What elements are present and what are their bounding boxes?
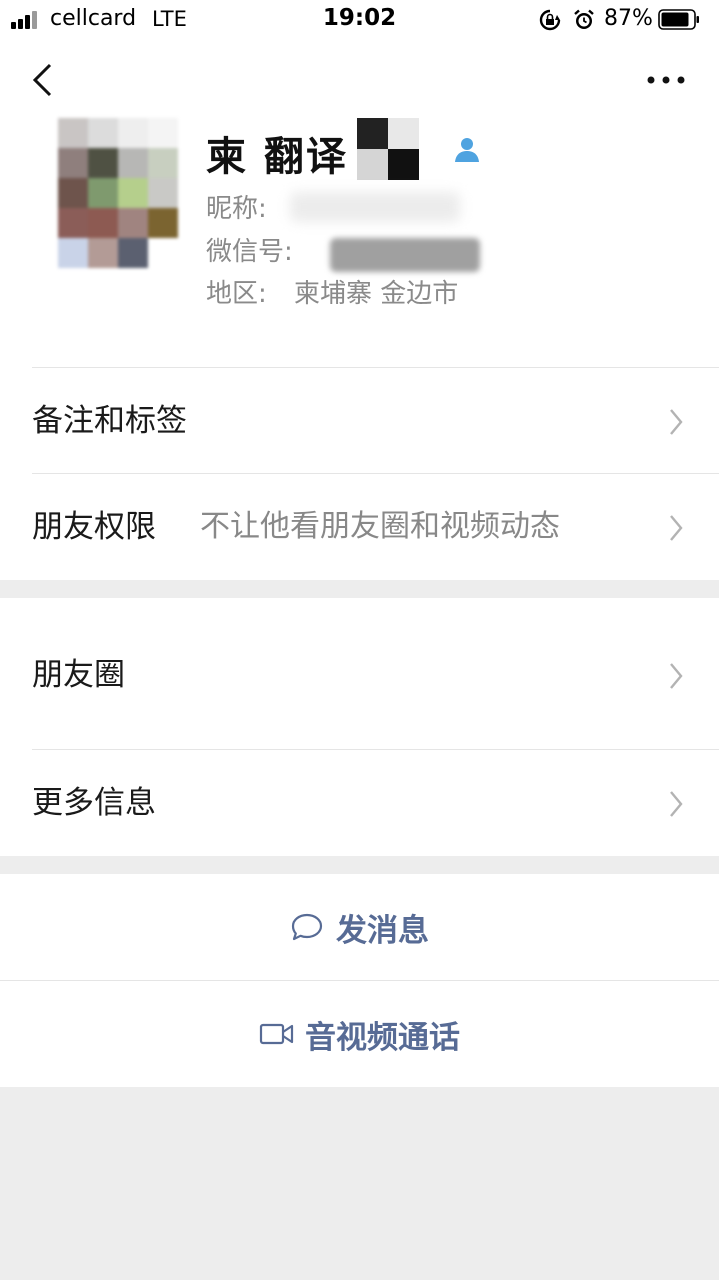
moments-row[interactable]: 朋友圈 — [0, 622, 719, 728]
nickname-label: 昵称: — [206, 194, 267, 224]
send-message-label: 发消息 — [336, 912, 429, 949]
video-camera-icon — [259, 1023, 294, 1045]
wechat-id-redaction — [330, 238, 480, 272]
voice-video-call-button[interactable]: 音视频通话 — [0, 981, 719, 1087]
more-icon[interactable] — [644, 72, 688, 88]
more-info-row[interactable]: 更多信息 — [0, 750, 719, 856]
chevron-right-icon — [670, 791, 683, 817]
chevron-right-icon — [670, 409, 683, 435]
alarm-icon — [574, 9, 594, 29]
friend-permissions-row[interactable]: 朋友权限 不让他看朋友圈和视频动态 — [0, 474, 719, 580]
name-redaction — [357, 118, 419, 180]
status-bar: cellcard LTE 19:02 87% — [0, 0, 719, 40]
profile-panel: cellcard LTE 19:02 87% 柬 翻译 昵称: 微信号: 地区:… — [0, 0, 719, 580]
moments-label: 朋友圈 — [32, 657, 125, 693]
friend-permissions-value: 不让他看朋友圈和视频动态 — [200, 509, 560, 544]
chat-bubble-icon — [291, 913, 323, 941]
battery-percent: 87% — [604, 6, 653, 31]
send-message-button[interactable]: 发消息 — [0, 874, 719, 980]
back-icon[interactable] — [30, 62, 54, 98]
actions-panel: 发消息 音视频通话 — [0, 874, 719, 1087]
contact-name: 柬 翻译 — [206, 134, 348, 180]
moments-panel: 朋友圈 更多信息 — [0, 598, 719, 856]
remarks-tags-label: 备注和标签 — [32, 403, 187, 439]
region-label: 地区: — [206, 279, 267, 309]
friend-permissions-label: 朋友权限 — [32, 509, 156, 545]
voice-video-call-label: 音视频通话 — [305, 1019, 460, 1056]
remarks-tags-row[interactable]: 备注和标签 — [0, 368, 719, 474]
chevron-right-icon — [670, 515, 683, 541]
chevron-right-icon — [670, 663, 683, 689]
region-value: 柬埔寨 金边市 — [294, 279, 459, 309]
contact-icon — [455, 138, 479, 162]
wechat-id-label: 微信号: — [206, 237, 293, 267]
more-info-label: 更多信息 — [32, 785, 156, 821]
nickname-redaction — [290, 192, 460, 222]
battery-icon — [658, 9, 699, 30]
avatar[interactable] — [58, 118, 180, 270]
orientation-lock-icon — [539, 9, 561, 31]
